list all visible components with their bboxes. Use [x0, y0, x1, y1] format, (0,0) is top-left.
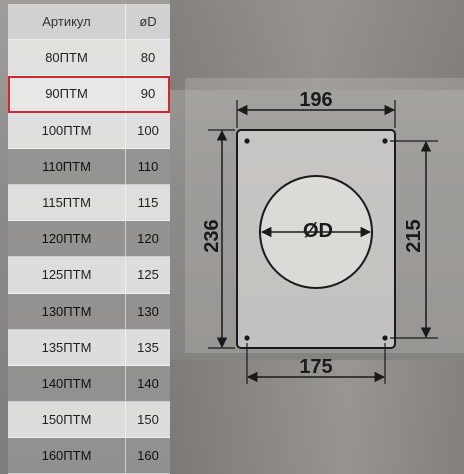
mount-hole-icon: [382, 335, 388, 341]
bottom-dimension-label: 175: [299, 356, 332, 378]
right-dimension-label: 215: [403, 219, 425, 252]
plate-drawing: ØD 196 175 236 215: [201, 89, 438, 384]
left-dimension-label: 236: [201, 219, 223, 252]
mount-hole-icon: [244, 335, 250, 341]
mount-hole-icon: [382, 138, 388, 144]
hole-diameter-label: ØD: [303, 220, 333, 242]
mount-hole-icon: [244, 138, 250, 144]
top-dimension-label: 196: [299, 89, 332, 111]
